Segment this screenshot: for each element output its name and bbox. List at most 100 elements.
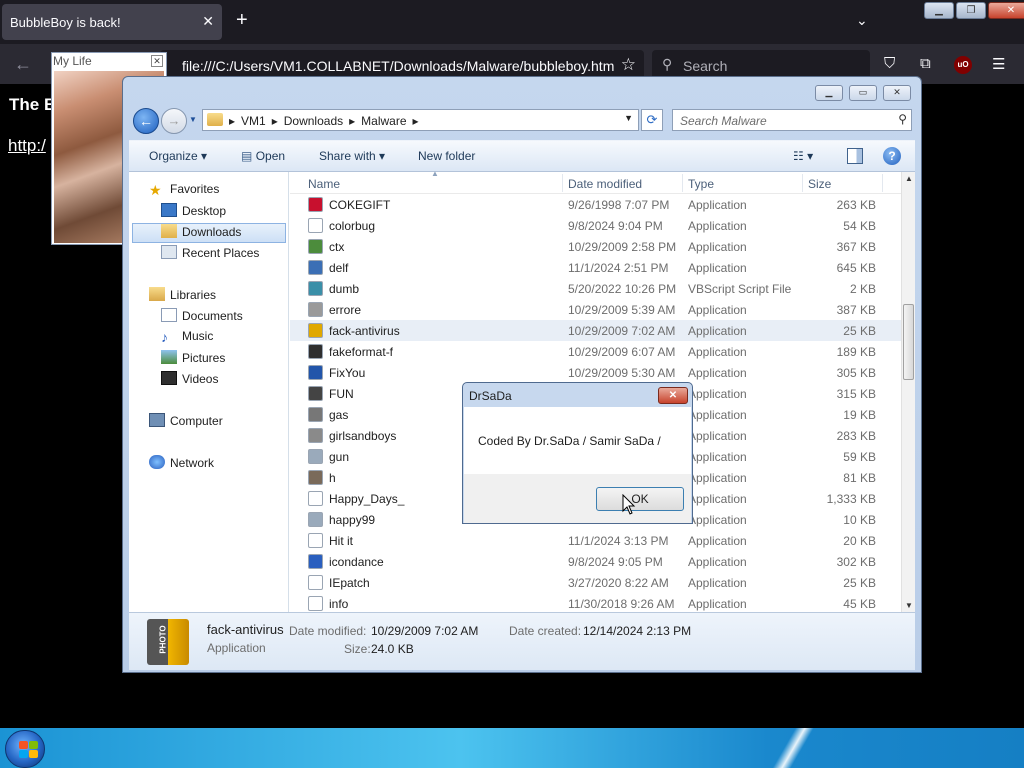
file-row[interactable]: COKEGIFT 9/26/1998 7:07 PM Application 263 … [290, 194, 901, 215]
browser-window-controls: ▁ ❐ ✕ [924, 2, 1024, 20]
file-name: delf [329, 261, 349, 275]
preview-pane-icon[interactable] [847, 148, 863, 164]
file-name: girlsandboys [329, 429, 397, 443]
details-size: 24.0 KB [371, 642, 414, 656]
restore-button[interactable]: ❐ [956, 2, 986, 19]
nav-videos[interactable]: Videos [161, 371, 218, 391]
column-size[interactable]: Size [808, 177, 831, 191]
file-thumbnail-icon: PHOTO [147, 619, 189, 665]
column-separator[interactable] [682, 174, 683, 192]
file-icon [308, 386, 323, 401]
address-dropdown-icon[interactable]: ▼ [624, 113, 633, 123]
file-row[interactable]: delf 11/1/2024 2:51 PM Application 645 KB [290, 257, 901, 278]
file-row[interactable]: FixYou 10/29/2009 5:30 AM Application 305 K… [290, 362, 901, 383]
list-tabs-chevron-icon[interactable]: ⌄ [856, 12, 868, 29]
nav-desktop[interactable]: Desktop [161, 203, 226, 223]
nav-libraries[interactable]: Libraries [149, 287, 216, 307]
scrollbar-thumb[interactable] [903, 304, 914, 380]
minimize-button[interactable]: ▁ [924, 2, 954, 19]
details-date-modified-label: Date modified: [289, 624, 367, 638]
browser-tab[interactable]: BubbleBoy is back! ✕ [2, 4, 222, 40]
column-name[interactable]: Name [308, 177, 340, 191]
file-date-modified: 11/1/2024 2:51 PM [568, 261, 669, 275]
file-row[interactable]: colorbug 9/8/2024 9:04 PM Application 54 KB [290, 215, 901, 236]
file-row[interactable]: icondance 9/8/2024 9:05 PM Application 302 … [290, 551, 901, 572]
mylife-close-icon[interactable]: ✕ [151, 55, 163, 67]
nav-documents[interactable]: Documents [161, 308, 243, 328]
share-with-button[interactable]: Share with ▾ [319, 149, 385, 163]
nav-music[interactable]: ♪ Music [161, 329, 213, 349]
scroll-down-arrow-icon[interactable]: ▼ [905, 601, 913, 610]
help-icon[interactable]: ? [883, 147, 901, 165]
breadcrumb: ▸ VM1 ▸ Downloads ▸ Malware ▸ [229, 114, 419, 128]
file-size: 367 KB [836, 240, 876, 254]
close-window-button[interactable]: ✕ [988, 2, 1024, 19]
views-icon[interactable]: ☷ ▾ [793, 149, 813, 163]
explorer-search-input[interactable]: Search Malware ⚲ [672, 109, 912, 131]
back-arrow-icon[interactable]: ← [14, 54, 32, 75]
nav-computer[interactable]: Computer [149, 413, 223, 433]
ok-button[interactable]: OK [596, 487, 684, 511]
column-separator[interactable] [882, 174, 883, 192]
file-row[interactable]: fack-antivirus 10/29/2009 7:02 AM Applicat… [290, 320, 901, 341]
breadcrumb-malware[interactable]: Malware [361, 114, 406, 128]
file-name: gun [329, 450, 350, 464]
organize-button[interactable]: Organize ▾ [149, 149, 207, 163]
file-row[interactable]: info 11/30/2018 9:26 AM Application 45 KB [290, 593, 901, 612]
file-row[interactable]: Hit it 11/1/2024 3:13 PM Application 20 KB [290, 530, 901, 551]
downloads-folder-icon [161, 224, 177, 238]
breadcrumb-separator-icon: ▸ [349, 114, 356, 128]
file-row[interactable]: fakeformat-f 10/29/2009 6:07 AM Applicatio… [290, 341, 901, 362]
column-date-modified[interactable]: Date modified [568, 177, 642, 191]
column-separator[interactable] [802, 174, 803, 192]
file-icon [308, 575, 323, 590]
start-button[interactable] [5, 730, 45, 768]
scroll-up-arrow-icon[interactable]: ▲ [905, 174, 913, 183]
file-icon [308, 344, 323, 359]
ublock-icon[interactable]: uO [954, 56, 972, 74]
dialog-client: Coded By Dr.SaDa / Samir SaDa / OK [464, 407, 691, 523]
address-bar[interactable]: ▸ VM1 ▸ Downloads ▸ Malware ▸ ▼ [202, 109, 639, 131]
file-row[interactable]: errore 10/29/2009 5:39 AM Application 387 K… [290, 299, 901, 320]
browser-tab-bar: BubbleBoy is back! ✕ + ⌄ ▁ ❐ ✕ [0, 0, 1024, 44]
explorer-maximize-button[interactable]: ▭ [849, 85, 877, 101]
column-separator[interactable] [562, 174, 563, 192]
explorer-minimize-button[interactable]: ▁ [815, 85, 843, 101]
extensions-icon[interactable]: ⧉ [920, 55, 931, 72]
nav-recent-places[interactable]: Recent Places [161, 245, 259, 265]
back-button[interactable]: ← [133, 108, 159, 134]
dialog-close-button[interactable]: ✕ [658, 387, 688, 404]
new-tab-button[interactable]: + [236, 10, 248, 30]
windows-logo-icon [19, 741, 39, 759]
forward-button[interactable]: → [161, 108, 187, 134]
bookmark-star-icon[interactable]: ☆ [621, 55, 636, 75]
recent-pages-chevron-icon[interactable]: ▼ [189, 115, 197, 124]
dialog-title: DrSaDa [469, 389, 512, 403]
file-icon [308, 491, 323, 506]
page-link[interactable]: http:/ [8, 136, 46, 156]
column-type[interactable]: Type [688, 177, 714, 191]
file-row[interactable]: ctx 10/29/2009 2:58 PM Application 367 KB [290, 236, 901, 257]
file-name: COKEGIFT [329, 198, 391, 212]
open-icon: ▤ [241, 149, 253, 163]
nav-downloads[interactable]: Downloads [132, 223, 286, 243]
pocket-icon[interactable]: ⛉ [884, 55, 895, 72]
file-name: dumb [329, 282, 360, 296]
nav-pictures[interactable]: Pictures [161, 350, 225, 370]
menu-icon[interactable]: ☰ [992, 55, 1005, 73]
vertical-scrollbar[interactable]: ▲ ▼ [901, 172, 915, 612]
nav-network[interactable]: Network [149, 455, 214, 475]
open-button[interactable]: ▤ Open [241, 149, 285, 163]
breadcrumb-downloads[interactable]: Downloads [284, 114, 343, 128]
file-row[interactable]: dumb 5/20/2022 10:26 PM VBScript Script Fi… [290, 278, 901, 299]
breadcrumb-vm1[interactable]: VM1 [241, 114, 266, 128]
refresh-icon[interactable]: ⟳ [641, 109, 663, 131]
nav-favorites[interactable]: ★ Favorites [149, 182, 219, 202]
file-size: 45 KB [843, 597, 876, 611]
explorer-close-button[interactable]: ✕ [883, 85, 911, 101]
file-size: 263 KB [836, 198, 876, 212]
file-date-modified: 11/1/2024 3:13 PM [568, 534, 669, 548]
tab-close-icon[interactable]: ✕ [202, 13, 214, 30]
file-row[interactable]: IEpatch 3/27/2020 8:22 AM Application 25 KB [290, 572, 901, 593]
new-folder-button[interactable]: New folder [418, 149, 475, 163]
